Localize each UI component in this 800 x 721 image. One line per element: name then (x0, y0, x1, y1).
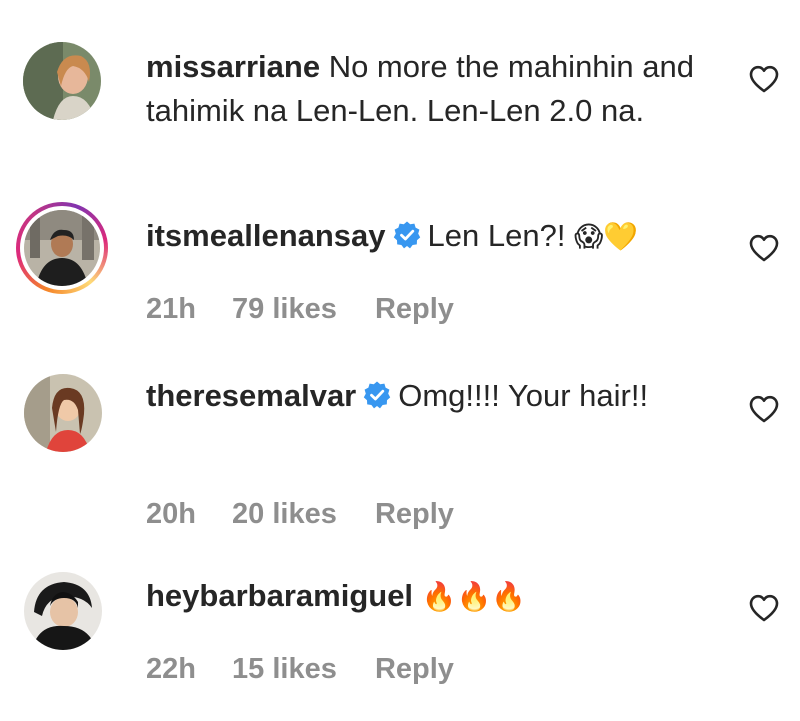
avatar-image (24, 374, 102, 452)
username[interactable]: heybarbaramiguel (146, 578, 413, 613)
like-heart-icon[interactable] (748, 593, 780, 623)
avatar[interactable] (23, 42, 101, 120)
avatar[interactable] (24, 374, 102, 452)
avatar[interactable] (24, 572, 102, 650)
comment-text-block: heybarbaramiguel 🔥🔥🔥 (146, 574, 716, 619)
timestamp: 22h (146, 653, 196, 685)
reply-button[interactable]: Reply (375, 293, 454, 326)
username[interactable]: missarriane (146, 49, 320, 84)
reply-button[interactable]: Reply (375, 653, 454, 686)
comment-body: Omg!!!! Your hair!! (398, 378, 649, 413)
emoji: 🔥🔥🔥 (421, 581, 527, 612)
comment-meta: 22h 15 likes Reply (146, 653, 454, 686)
verified-badge-icon (392, 220, 422, 250)
comment-text-block: missarriane No more the mahinhin and tah… (146, 45, 716, 133)
timestamp: 21h (146, 293, 196, 325)
likes-count[interactable]: 20 likes (232, 498, 337, 531)
username[interactable]: itsmeallenansay (146, 218, 386, 253)
timestamp: 20h (146, 498, 196, 530)
story-ring[interactable] (16, 202, 108, 294)
avatar (24, 210, 100, 286)
username[interactable]: theresemalvar (146, 378, 356, 413)
verified-badge-icon (362, 380, 392, 410)
comment-text-block: itsmeallenansay Len Len?! 😱💛 (146, 214, 716, 259)
like-heart-icon[interactable] (748, 233, 780, 263)
likes-count[interactable]: 79 likes (232, 293, 337, 326)
avatar-image (24, 210, 100, 286)
comment-meta: 20h 20 likes Reply (146, 498, 454, 531)
comment-text-block: theresemalvar Omg!!!! Your hair!! (146, 374, 716, 418)
emoji: 😱💛 (574, 221, 639, 252)
like-heart-icon[interactable] (748, 394, 780, 424)
avatar-image (24, 572, 102, 650)
likes-count[interactable]: 15 likes (232, 653, 337, 686)
comment-meta: 21h 79 likes Reply (146, 293, 454, 326)
reply-button[interactable]: Reply (375, 498, 454, 531)
comment-body: Len Len?! (427, 218, 566, 253)
avatar-image (23, 42, 101, 120)
like-heart-icon[interactable] (748, 64, 780, 94)
